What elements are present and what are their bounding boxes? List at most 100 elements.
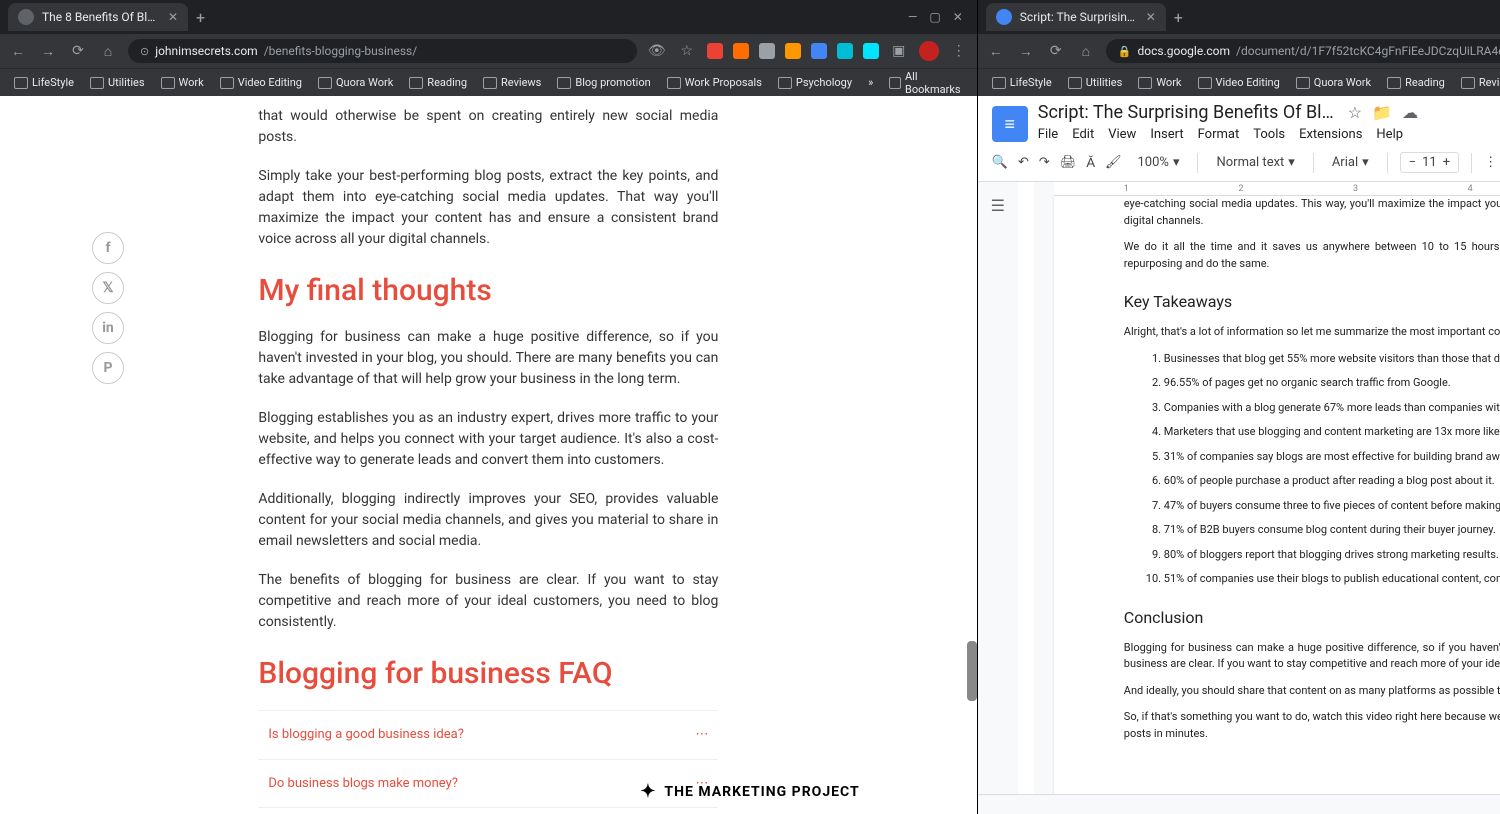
reload-button[interactable]: ⟳ — [1046, 43, 1066, 59]
bookmark-utilities[interactable]: Utilities — [1062, 73, 1129, 92]
increase-size[interactable]: + — [1443, 155, 1450, 170]
bookmark-quora-work[interactable]: Quora Work — [1290, 73, 1377, 92]
linkedin-icon[interactable]: in — [92, 312, 124, 344]
font-size-value[interactable]: 11 — [1422, 155, 1437, 170]
paragraph[interactable]: Alright, that's a lot of information so … — [1124, 324, 1500, 341]
tab-close-icon[interactable]: ✕ — [168, 10, 178, 24]
bookmark-star-icon[interactable]: ☆ — [677, 43, 697, 59]
menu-help[interactable]: Help — [1376, 127, 1403, 142]
scrollbar-thumb[interactable] — [967, 641, 977, 701]
new-tab-button[interactable]: + — [188, 4, 213, 31]
bookmark-video-editing[interactable]: Video Editing — [1192, 73, 1286, 92]
doc-title[interactable]: Script: The Surprising Benefits Of Blogg… — [1038, 102, 1338, 123]
facebook-icon[interactable]: f — [92, 232, 124, 264]
bookmark-work[interactable]: Work — [155, 73, 210, 92]
ext-icon-1[interactable] — [707, 43, 723, 59]
list-item[interactable]: 51% of companies use their blogs to publ… — [1164, 571, 1500, 588]
docs-logo-icon[interactable]: ≡ — [992, 106, 1028, 142]
bookmark-psychology[interactable]: Psychology — [772, 73, 858, 92]
minimize-button[interactable]: — — [908, 10, 917, 24]
list-item[interactable]: 96.55% of pages get no organic search tr… — [1164, 375, 1500, 392]
home-button[interactable]: ⌂ — [1076, 43, 1096, 60]
maximize-button[interactable]: ▢ — [929, 10, 940, 24]
move-icon[interactable]: 📁 — [1372, 103, 1392, 122]
more-toolbar-icon[interactable]: ⋮ — [1484, 155, 1497, 170]
zoom-dropdown[interactable]: 100% ▾ — [1132, 153, 1186, 172]
undo-icon[interactable]: ↶ — [1018, 155, 1029, 170]
paint-format-icon[interactable]: 🖌 — [1105, 155, 1122, 170]
tab-close-icon[interactable]: ✕ — [1146, 10, 1156, 24]
bookmarks-overflow[interactable]: » — [862, 76, 879, 89]
faq-item-1[interactable]: Is blogging a good business idea?⋯ — [258, 710, 718, 759]
ext-icon-6[interactable] — [837, 43, 853, 59]
home-button[interactable]: ⌂ — [98, 43, 118, 60]
docs-page-scroll[interactable]: 1234567 eye-catching social media update… — [1034, 182, 1500, 794]
star-icon[interactable]: ☆ — [1348, 103, 1362, 122]
ext-icon-5[interactable] — [811, 43, 827, 59]
list-item[interactable]: Companies with a blog generate 67% more … — [1164, 400, 1500, 417]
back-button[interactable]: ← — [986, 43, 1006, 60]
paragraph[interactable]: eye-catching social media updates. This … — [1124, 196, 1500, 229]
bookmark-quora-work[interactable]: Quora Work — [312, 73, 399, 92]
font-dropdown[interactable]: Arial ▾ — [1326, 153, 1375, 172]
left-tab[interactable]: The 8 Benefits Of Blogging For... ✕ — [8, 3, 188, 31]
ext-icon-7[interactable] — [863, 43, 879, 59]
menu-view[interactable]: View — [1108, 127, 1136, 142]
bookmark-reviews[interactable]: Reviews — [1455, 73, 1500, 92]
paragraph[interactable]: And ideally, you should share that conte… — [1124, 683, 1500, 700]
list-item[interactable]: Businesses that blog get 55% more websit… — [1164, 351, 1500, 368]
menu-extensions[interactable]: Extensions — [1299, 127, 1362, 142]
heading-key-takeaways[interactable]: Key Takeaways — [1124, 290, 1500, 314]
menu-file[interactable]: File — [1038, 127, 1058, 142]
paragraph[interactable]: We do it all the time and it saves us an… — [1124, 239, 1500, 272]
list-item[interactable]: Marketers that use blogging and content … — [1164, 424, 1500, 441]
list-item[interactable]: 71% of B2B buyers consume blog content d… — [1164, 522, 1500, 539]
bookmark-reviews[interactable]: Reviews — [477, 73, 547, 92]
bookmark-lifestyle[interactable]: LifeStyle — [986, 73, 1058, 92]
forward-button[interactable]: → — [38, 43, 58, 60]
decrease-size[interactable]: − — [1409, 155, 1416, 170]
style-dropdown[interactable]: Normal text ▾ — [1210, 153, 1300, 172]
bookmark-blog-promotion[interactable]: Blog promotion — [551, 73, 656, 92]
reload-button[interactable]: ⟳ — [68, 43, 88, 59]
heading-conclusion[interactable]: Conclusion — [1124, 606, 1500, 630]
forward-button[interactable]: → — [1016, 43, 1036, 60]
print-icon[interactable]: 🖨 — [1060, 155, 1077, 170]
list-item[interactable]: 47% of buyers consume three to five piec… — [1164, 498, 1500, 515]
menu-format[interactable]: Format — [1198, 127, 1240, 142]
menu-icon[interactable]: ⋮ — [949, 43, 969, 59]
ext-icon-4[interactable] — [785, 43, 801, 59]
faq-item-3[interactable]: Are there any disadvantages to blogging … — [258, 807, 718, 814]
paragraph[interactable]: So, if that's something you want to do, … — [1124, 709, 1500, 742]
ext-icon-3[interactable] — [759, 43, 775, 59]
menu-edit[interactable]: Edit — [1072, 127, 1094, 142]
bookmark-work[interactable]: Work — [1132, 73, 1187, 92]
menu-tools[interactable]: Tools — [1253, 127, 1285, 142]
back-button[interactable]: ← — [8, 43, 28, 60]
all-bookmarks[interactable]: All Bookmarks — [883, 67, 969, 99]
profile-avatar[interactable] — [919, 41, 939, 61]
eye-icon[interactable]: 👁 — [647, 43, 667, 59]
bookmark-lifestyle[interactable]: LifeStyle — [8, 73, 80, 92]
bookmark-video-editing[interactable]: Video Editing — [214, 73, 308, 92]
spellcheck-icon[interactable]: Ǎ — [1086, 155, 1095, 171]
site-info-icon[interactable]: ⊙ — [140, 45, 149, 58]
cloud-icon[interactable]: ☁ — [1402, 103, 1418, 122]
new-tab-button[interactable]: + — [1166, 4, 1191, 31]
url-field[interactable]: 🔒 docs.google.com/document/d/1F7f52tcKC4… — [1106, 39, 1500, 63]
right-tab[interactable]: Script: The Surprising Benefits ... ✕ — [986, 3, 1166, 31]
takeaways-list[interactable]: Businesses that blog get 55% more websit… — [1124, 351, 1500, 588]
font-size-control[interactable]: − 11 + — [1400, 152, 1459, 173]
twitter-icon[interactable]: 𝕏 — [92, 272, 124, 304]
close-button[interactable]: ✕ — [953, 10, 963, 24]
outline-toggle-icon[interactable]: ☰ — [991, 196, 1005, 794]
document-page[interactable]: eye-catching social media updates. This … — [1054, 196, 1500, 794]
puzzle-icon[interactable]: ▣ — [889, 43, 909, 59]
list-item[interactable]: 80% of bloggers report that blogging dri… — [1164, 547, 1500, 564]
url-field[interactable]: ⊙ johnimsecrets.com/benefits-blogging-bu… — [128, 39, 637, 63]
list-item[interactable]: 60% of people purchase a product after r… — [1164, 473, 1500, 490]
bookmark-reading[interactable]: Reading — [403, 73, 473, 92]
pinterest-icon[interactable]: P — [92, 352, 124, 384]
search-icon[interactable]: 🔍 — [992, 155, 1008, 170]
ext-icon-2[interactable] — [733, 43, 749, 59]
